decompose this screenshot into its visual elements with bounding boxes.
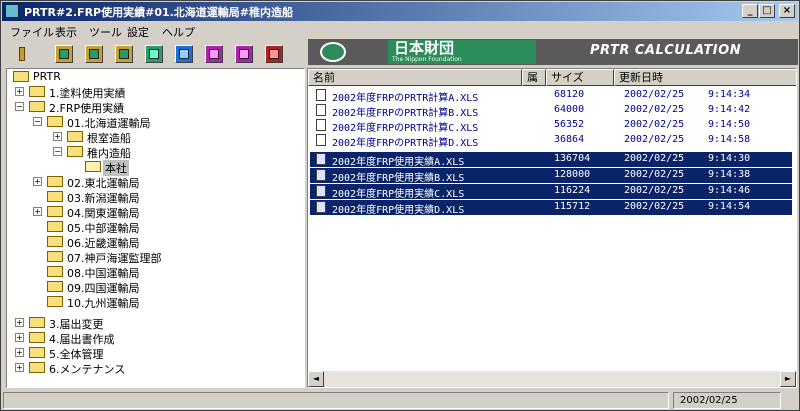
folder-icon [47,116,63,127]
expand-icon[interactable]: + [53,132,62,141]
expand-icon[interactable]: + [15,318,24,327]
toolbar [5,43,301,67]
scroll-left-icon[interactable]: ◄ [308,371,324,387]
folder-icon [13,71,29,82]
file-row[interactable]: 2002年度FRPのPRTR計算A.XLS 68120 2002/02/25 9… [310,88,792,104]
file-icon [316,169,326,181]
toolbar-button-6[interactable] [205,45,223,63]
toolbar-button-2[interactable] [85,45,103,63]
calc-title: PRTR CALCULATION [590,43,742,58]
folder-icon [29,317,45,328]
scroll-right-icon[interactable]: ► [780,371,796,387]
close-button[interactable]: × [779,4,795,18]
menu-help[interactable]: ヘルプ [162,24,195,40]
expand-icon[interactable]: + [15,363,24,372]
file-icon [316,119,326,131]
file-icon [316,153,326,165]
toolbar-button-4[interactable] [145,45,163,63]
expand-icon[interactable]: + [33,207,42,216]
toolbar-button-5[interactable] [175,45,193,63]
banner: 日本財団 The Nippon Foundation PRTR CALCULAT… [308,39,798,65]
nippon-foundation-logo-icon [320,42,346,62]
file-icon [316,201,326,213]
menu-tools[interactable]: ツール [89,24,122,40]
file-list[interactable]: 名前 属 サイズ 更新日時 2002年度FRPのPRTR計算A.XLS 6812… [307,68,797,388]
folder-icon [29,101,45,112]
menu-view[interactable]: 表示 [55,24,77,40]
minimize-button[interactable]: _ [742,4,758,18]
file-icon [316,89,326,101]
toolbar-button-8[interactable] [265,45,283,63]
folder-icon [47,281,63,292]
folder-icon [47,296,63,307]
file-row-selected[interactable]: 2002年度FRP使用実績D.XLS 115712 2002/02/25 9:1… [310,200,792,216]
maximize-button[interactable]: □ [759,4,775,18]
file-row[interactable]: 2002年度FRPのPRTR計算B.XLS 64000 2002/02/25 9… [310,103,792,119]
menu-file[interactable]: ファイル [10,24,54,40]
folder-icon [47,266,63,277]
toolbar-button-1[interactable] [55,45,73,63]
folder-icon [29,332,45,343]
folder-icon [47,221,63,232]
folder-icon [47,176,63,187]
size-grip-icon[interactable] [783,392,797,409]
status-panel-main [3,392,669,409]
collapse-icon[interactable]: − [15,102,24,111]
collapse-icon[interactable]: − [33,117,42,126]
file-row[interactable]: 2002年度FRPのPRTR計算C.XLS 56352 2002/02/25 9… [310,118,792,134]
toolbar-button-3[interactable] [115,45,133,63]
column-header-size[interactable]: サイズ [546,69,614,86]
status-bar: 2002/02/25 [3,391,799,410]
file-row-selected[interactable]: 2002年度FRP使用実績C.XLS 116224 2002/02/25 9:1… [310,184,792,200]
menu-bar: ファイル 表示 ツール 設定 ヘルプ [2,22,798,40]
file-icon [316,104,326,116]
expand-icon[interactable]: + [15,348,24,357]
menu-settings[interactable]: 設定 [127,24,149,40]
folder-icon [67,131,83,142]
file-row[interactable]: 2002年度FRPのPRTR計算D.XLS 36864 2002/02/25 9… [310,133,792,149]
column-header-name[interactable]: 名前 [308,69,522,86]
horizontal-scrollbar[interactable]: ◄ ► [308,371,796,387]
status-date: 2002/02/25 [673,392,781,409]
exit-icon[interactable] [13,45,31,63]
folder-icon [47,236,63,247]
window-title: PRTR#2.FRP使用実績#01.北海道運輸局#稚内造船 [24,6,294,19]
app-window: PRTR#2.FRP使用実績#01.北海道運輸局#稚内造船 _ □ × ファイル… [0,0,800,411]
folder-icon [67,146,83,157]
expand-icon[interactable]: + [33,177,42,186]
file-icon [316,185,326,197]
folder-tree[interactable]: PRTR + 1.塗料使用実績 − 2.FRP使用実績 − 01.北海道運輸局 … [6,68,305,388]
collapse-icon[interactable]: − [53,147,62,156]
folder-icon [29,362,45,373]
title-bar[interactable]: PRTR#2.FRP使用実績#01.北海道運輸局#稚内造船 _ □ × [2,2,798,21]
toolbar-button-7[interactable] [235,45,253,63]
column-header-attr[interactable]: 属 [522,69,546,86]
app-icon [5,4,19,18]
folder-icon [29,347,45,358]
folder-icon [47,251,63,262]
file-row-selected[interactable]: 2002年度FRP使用実績A.XLS 136704 2002/02/25 9:1… [310,152,792,168]
column-header-modified[interactable]: 更新日時 [614,69,796,86]
file-row-selected[interactable]: 2002年度FRP使用実績B.XLS 128000 2002/02/25 9:1… [310,168,792,184]
file-icon [316,134,326,146]
open-folder-icon [85,161,101,172]
logo-subtext: The Nippon Foundation [392,56,462,63]
expand-icon[interactable]: + [15,87,24,96]
folder-icon [29,86,45,97]
folder-icon [47,206,63,217]
folder-icon [47,191,63,202]
expand-icon[interactable]: + [15,333,24,342]
